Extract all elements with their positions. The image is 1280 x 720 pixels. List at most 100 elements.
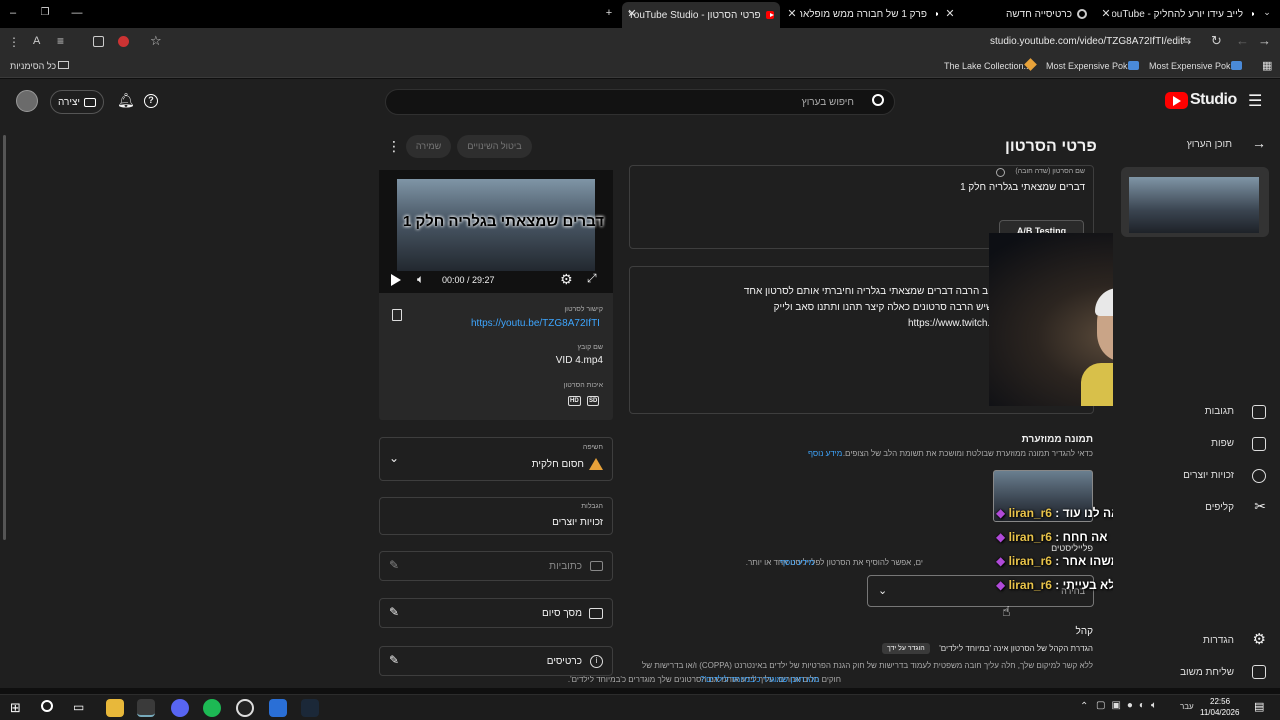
bookmark-favicon-icon (1128, 61, 1139, 70)
tab-menu-icon[interactable]: ≡ (57, 34, 64, 48)
avatar[interactable] (16, 90, 38, 112)
scissors-icon: ✂ (1254, 498, 1266, 514)
minimize-window-button[interactable]: ‒ (6, 7, 20, 19)
extensions-icon[interactable] (93, 36, 104, 47)
clock-date[interactable]: 11/04/2026 (1200, 708, 1239, 717)
bookmarks-bar: כל הסימניות The Lake Collection... Most … (0, 56, 1280, 78)
file-name-value: VID 4.mp4 (555, 355, 603, 366)
close-tab-icon[interactable]: ✕ (1099, 7, 1113, 20)
app-icon[interactable] (269, 699, 287, 717)
close-tab-icon[interactable]: ✕ (943, 7, 957, 20)
youtube-logo-icon[interactable] (1165, 92, 1188, 109)
tab-youtube-studio[interactable]: פרטי הסרטון - YouTube Studio (622, 2, 780, 28)
help-icon[interactable]: ? (144, 94, 158, 108)
more-menu-icon[interactable]: ⋮ (8, 35, 20, 49)
studio-header: יצירה 🔔︎ ? חיפוש בערוץ Studio ☰ (0, 79, 1280, 125)
task-view-icon[interactable]: ▭ (73, 700, 84, 714)
video-player[interactable]: דברים שמצאתי בגלריה חלק 1 🔈︎ 00:00 / 29:… (379, 170, 613, 293)
close-tab-icon[interactable]: ✕ (785, 7, 799, 20)
clock-time[interactable]: 22:56 (1210, 697, 1230, 706)
volume-icon[interactable]: 🔈︎ (417, 272, 424, 287)
sidebar-item-languages[interactable]: שפות (1211, 438, 1234, 449)
scrollbar[interactable] (3, 135, 6, 540)
system-tray-icons[interactable]: ▢▣●◐🔈︎ (1096, 700, 1163, 711)
edit-pencil-icon[interactable]: ✎ (389, 653, 399, 667)
save-button[interactable]: שמירה (406, 135, 451, 158)
apps-grid-icon[interactable]: ▦ (1262, 59, 1272, 72)
tab-search-icon[interactable]: ⌄ (1260, 7, 1274, 18)
learn-more-link[interactable]: מידע נוסף (808, 449, 842, 458)
bookmark-item[interactable]: Most Expensive Pok... (1046, 61, 1135, 71)
title-field-label: שם הסרטון (שדה חובה) (1015, 168, 1085, 175)
main-content: פרטי הסרטון ⋮ שמירה ביטול השינויים שם הס… (0, 125, 1263, 688)
new-tab-button[interactable]: + (602, 7, 616, 19)
obs-icon[interactable] (236, 699, 254, 717)
create-button[interactable]: יצירה (50, 90, 104, 114)
close-window-button[interactable]: — (70, 7, 84, 19)
tab-new-tab[interactable]: כרטיסייה חדשה (958, 3, 1093, 25)
forward-icon[interactable]: ← (1236, 33, 1249, 48)
more-options-icon[interactable]: ⋮ (387, 138, 401, 155)
edit-pencil-icon[interactable]: ✎ (389, 558, 399, 572)
hd-badge: HD (568, 396, 581, 406)
arrow-back-icon[interactable]: → (1252, 135, 1266, 151)
tab-episode[interactable]: פרק 1 של חבורה ממש מופלאה (800, 3, 938, 25)
steam-icon[interactable] (301, 699, 319, 717)
bookmark-favicon-icon (1231, 61, 1242, 70)
youtube-favicon-icon (765, 11, 774, 19)
tray-chevron-icon[interactable]: ⌃ (1080, 701, 1088, 712)
translate-icon[interactable]: A (33, 35, 40, 47)
all-bookmarks-button[interactable]: כל הסימניות (10, 61, 56, 71)
search-icon[interactable] (41, 700, 53, 712)
bookmark-star-icon[interactable]: ☆ (150, 33, 162, 49)
play-icon[interactable] (391, 274, 401, 286)
file-explorer-icon[interactable] (106, 699, 124, 717)
learn-more-link[interactable]: מידע נוסף (780, 558, 814, 567)
bookmark-item[interactable]: Most Expensive Pok... (1149, 61, 1238, 71)
settings-gear-icon[interactable]: ⚙ (560, 271, 573, 288)
hamburger-menu-icon[interactable]: ☰ (1248, 91, 1262, 111)
sidebar-item-settings[interactable]: הגדרות (1203, 635, 1234, 646)
url-field[interactable]: studio.youtube.com/video/TZG8A72IfTI/edi… (990, 36, 1183, 47)
restore-window-button[interactable]: ❐ (38, 7, 52, 18)
comment-icon (1252, 405, 1266, 419)
chevron-down-icon: ⌄ (389, 451, 400, 465)
captions-button[interactable]: כתוביות ✎ (379, 551, 613, 581)
bookmark-item[interactable]: The Lake Collection... (944, 61, 1031, 71)
spotify-icon[interactable] (203, 699, 221, 717)
end-screen-button[interactable]: מסך סיום ✎ (379, 598, 613, 628)
bell-icon[interactable]: 🔔︎ (117, 92, 135, 109)
close-tab-icon[interactable]: ✕ (625, 7, 639, 20)
video-link[interactable]: https://youtu.be/TZG8A72IfTI (471, 318, 600, 329)
sidebar-item-feedback[interactable]: שליחת משוב (1180, 667, 1234, 678)
cards-button[interactable]: i כרטיסים ✎ (379, 646, 613, 676)
site-settings-icon[interactable]: ⇆ (1182, 34, 1191, 47)
coppa-link[interactable]: מהו תוכן שמוגדר כ'במיוחד לילדים'? (700, 675, 819, 684)
tab-live-youtube[interactable]: לייב עידו יורע להחליק - YouTube (1112, 3, 1254, 25)
sidebar-video-card[interactable] (1121, 167, 1269, 237)
search-bar[interactable]: חיפוש בערוץ (385, 89, 895, 115)
undo-changes-button[interactable]: ביטול השינויים (457, 135, 532, 158)
discord-icon[interactable] (171, 699, 189, 717)
back-icon[interactable]: → (1258, 33, 1271, 48)
chrome-taskbar-icon[interactable] (137, 699, 155, 717)
search-icon[interactable] (872, 94, 884, 106)
search-input[interactable]: חיפוש בערוץ (802, 97, 854, 108)
title-field-input[interactable]: דברים שמצאתי בגלריה חלק 1 (960, 182, 1085, 193)
back-to-content-link[interactable]: תוכן הערוץ (1187, 139, 1232, 150)
sidebar: תוכן הערוץ → תגובות שפות זכויות יוצרים ק… (1113, 125, 1280, 688)
edit-pencil-icon[interactable]: ✎ (389, 605, 399, 619)
language-indicator[interactable]: עבר (1180, 702, 1194, 711)
copy-icon[interactable] (392, 309, 402, 321)
sidebar-item-comments[interactable]: תגובות (1205, 406, 1234, 417)
reload-icon[interactable]: ↻ (1211, 33, 1222, 49)
sidebar-item-clips[interactable]: קליפים (1205, 502, 1234, 513)
fullscreen-icon[interactable]: ⤢ (587, 271, 597, 286)
windows-start-icon[interactable]: ⊞ (10, 700, 21, 716)
sidebar-item-copyright[interactable]: זכויות יוצרים (1183, 470, 1234, 481)
info-icon (996, 168, 1005, 177)
profile-extension-icon[interactable] (118, 36, 129, 47)
visibility-dropdown[interactable]: חשיפה חסום חלקית ⌄ (379, 437, 613, 481)
folder-icon (58, 61, 69, 69)
notifications-icon[interactable]: ▤ (1254, 700, 1264, 713)
